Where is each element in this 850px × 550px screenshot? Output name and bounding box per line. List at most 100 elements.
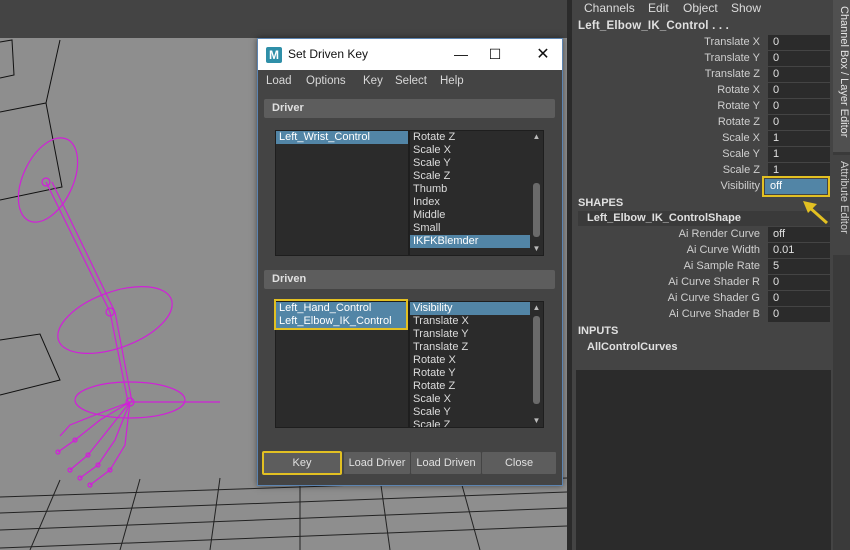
selected-object-name[interactable]: Left_Elbow_IK_Control . . . xyxy=(578,20,729,32)
list-item[interactable]: Translate Z xyxy=(410,341,543,354)
driven-objects-list[interactable]: Left_Hand_Control Left_Elbow_IK_Control xyxy=(275,301,409,428)
attr-row-rotate-x[interactable]: Rotate X 0 xyxy=(572,83,833,99)
list-item[interactable]: Scale Y xyxy=(410,406,543,419)
attr-row-ai-curve-width[interactable]: Ai Curve Width 0.01 xyxy=(572,243,833,259)
shape-name[interactable]: Left_Elbow_IK_ControlShape xyxy=(578,211,830,226)
body-outline xyxy=(0,39,63,396)
maximize-icon[interactable]: ☐ xyxy=(478,39,512,70)
list-item[interactable]: Scale Z xyxy=(410,419,543,427)
list-item[interactable]: Middle xyxy=(410,209,543,222)
driven-attr-scrollbar[interactable]: ▲ ▼ xyxy=(530,302,543,427)
list-item[interactable]: Left_Elbow_IK_Control xyxy=(276,315,408,328)
list-item[interactable]: Rotate Z xyxy=(410,131,543,144)
attr-label: Translate Z xyxy=(704,68,760,80)
driver-section-header[interactable]: Driver xyxy=(264,99,555,118)
attr-label: Translate Y xyxy=(704,52,760,64)
menu-options[interactable]: Options xyxy=(306,75,346,87)
attr-row-rotate-z[interactable]: Rotate Z 0 xyxy=(572,115,833,131)
list-item[interactable]: Translate Y xyxy=(410,328,543,341)
shapes-header: SHAPES xyxy=(578,197,624,209)
list-item[interactable]: Scale Y xyxy=(410,157,543,170)
list-item-selected[interactable]: Visibility xyxy=(410,302,530,315)
minimize-icon[interactable]: — xyxy=(444,39,478,70)
attr-row-visibility[interactable]: Visibility off xyxy=(572,176,833,197)
attr-value-field[interactable]: 0 xyxy=(768,291,830,306)
attr-value-field[interactable]: 0 xyxy=(768,99,830,114)
attr-row-scale-z[interactable]: Scale Z 1 xyxy=(572,163,833,179)
attr-row-rotate-y[interactable]: Rotate Y 0 xyxy=(572,99,833,115)
menu-select[interactable]: Select xyxy=(395,75,427,87)
list-item[interactable]: Rotate X xyxy=(410,354,543,367)
attr-label: Ai Sample Rate xyxy=(683,260,760,272)
list-item[interactable]: Translate X xyxy=(410,315,543,328)
driver-attr-scrollbar[interactable]: ▲ ▼ xyxy=(530,131,543,255)
load-driven-button[interactable]: Load Driven xyxy=(411,452,481,474)
attr-row-ai-sample-rate[interactable]: Ai Sample Rate 5 xyxy=(572,259,833,275)
list-item[interactable]: Left_Hand_Control xyxy=(276,302,408,315)
menu-object[interactable]: Object xyxy=(683,1,718,15)
list-item[interactable]: Scale Z xyxy=(410,170,543,183)
rig-control-curves xyxy=(17,137,220,488)
driven-section-header[interactable]: Driven xyxy=(264,270,555,289)
attr-row-ai-curve-shader-b[interactable]: Ai Curve Shader B 0 xyxy=(572,307,833,323)
list-item[interactable]: Rotate Y xyxy=(410,367,543,380)
scrollbar-thumb[interactable] xyxy=(533,316,540,404)
attr-row-scale-y[interactable]: Scale Y 1 xyxy=(572,147,833,163)
attr-row-translate-z[interactable]: Translate Z 0 xyxy=(572,67,833,83)
load-driver-button[interactable]: Load Driver xyxy=(344,452,410,474)
key-button[interactable]: Key xyxy=(262,451,342,475)
attr-value-field[interactable]: 0 xyxy=(768,307,830,322)
attr-value-field[interactable]: 0.01 xyxy=(768,243,830,258)
attr-value-field[interactable]: 0 xyxy=(768,67,830,82)
attr-value-field[interactable]: 0 xyxy=(768,51,830,66)
list-item[interactable]: Thumb xyxy=(410,183,543,196)
list-item[interactable]: Index xyxy=(410,196,543,209)
menu-channels[interactable]: Channels xyxy=(584,1,635,15)
list-item[interactable]: Rotate Z xyxy=(410,380,543,393)
channel-box: Channels Edit Object Show Left_Elbow_IK_… xyxy=(572,0,833,550)
driver-attributes-list[interactable]: Rotate Z Scale X Scale Y Scale Z Thumb I… xyxy=(409,130,544,256)
list-item[interactable]: Scale X xyxy=(410,393,543,406)
attr-row-translate-y[interactable]: Translate Y 0 xyxy=(572,51,833,67)
attr-label: Rotate X xyxy=(717,84,760,96)
scroll-up-icon[interactable]: ▲ xyxy=(530,302,543,314)
scroll-down-icon[interactable]: ▼ xyxy=(530,415,543,427)
attr-value-field[interactable]: 1 xyxy=(768,131,830,146)
list-item[interactable]: Small xyxy=(410,222,543,235)
attr-row-ai-curve-shader-g[interactable]: Ai Curve Shader G 0 xyxy=(572,291,833,307)
attr-value-field[interactable]: 5 xyxy=(768,259,830,274)
input-node-name[interactable]: AllControlCurves xyxy=(578,340,830,355)
attr-label: Rotate Z xyxy=(717,116,760,128)
menu-key[interactable]: Key xyxy=(363,75,383,87)
close-button[interactable]: Close xyxy=(482,452,556,474)
attr-row-translate-x[interactable]: Translate X 0 xyxy=(572,35,833,51)
dialog-titlebar[interactable]: M Set Driven Key — ☐ ✕ xyxy=(258,39,562,70)
tab-channel-box-layer-editor[interactable]: Channel Box / Layer Editor xyxy=(833,0,850,152)
list-item[interactable]: Scale X xyxy=(410,144,543,157)
visibility-arrow xyxy=(803,201,828,225)
scroll-down-icon[interactable]: ▼ xyxy=(530,243,543,255)
attr-value-field[interactable]: 0 xyxy=(768,83,830,98)
menu-load[interactable]: Load xyxy=(266,75,292,87)
list-item[interactable]: Left_Wrist_Control xyxy=(276,131,408,144)
attr-label: Ai Render Curve xyxy=(678,228,760,240)
attr-row-ai-curve-shader-r[interactable]: Ai Curve Shader R 0 xyxy=(572,275,833,291)
attr-value-field[interactable]: 0 xyxy=(768,275,830,290)
driven-attributes-list[interactable]: Visibility Translate X Translate Y Trans… xyxy=(409,301,544,428)
driver-objects-list[interactable]: Left_Wrist_Control xyxy=(275,130,409,256)
close-icon[interactable]: ✕ xyxy=(526,39,560,70)
visibility-value-field[interactable]: off xyxy=(762,176,830,197)
tab-attribute-editor[interactable]: Attribute Editor xyxy=(833,155,850,255)
menu-help[interactable]: Help xyxy=(440,75,464,87)
scrollbar-thumb[interactable] xyxy=(533,183,540,237)
menu-edit[interactable]: Edit xyxy=(648,1,669,15)
menu-show[interactable]: Show xyxy=(731,1,761,15)
scroll-up-icon[interactable]: ▲ xyxy=(530,131,543,143)
attr-row-scale-x[interactable]: Scale X 1 xyxy=(572,131,833,147)
attr-value-field[interactable]: 0 xyxy=(768,35,830,50)
list-item-selected[interactable]: IKFKBlemder xyxy=(410,235,530,248)
attr-value-field[interactable]: 1 xyxy=(768,147,830,162)
attr-value-field[interactable]: 1 xyxy=(768,163,830,178)
attr-row-ai-render-curve[interactable]: Ai Render Curve off xyxy=(572,227,833,243)
attr-value-field[interactable]: 0 xyxy=(768,115,830,130)
